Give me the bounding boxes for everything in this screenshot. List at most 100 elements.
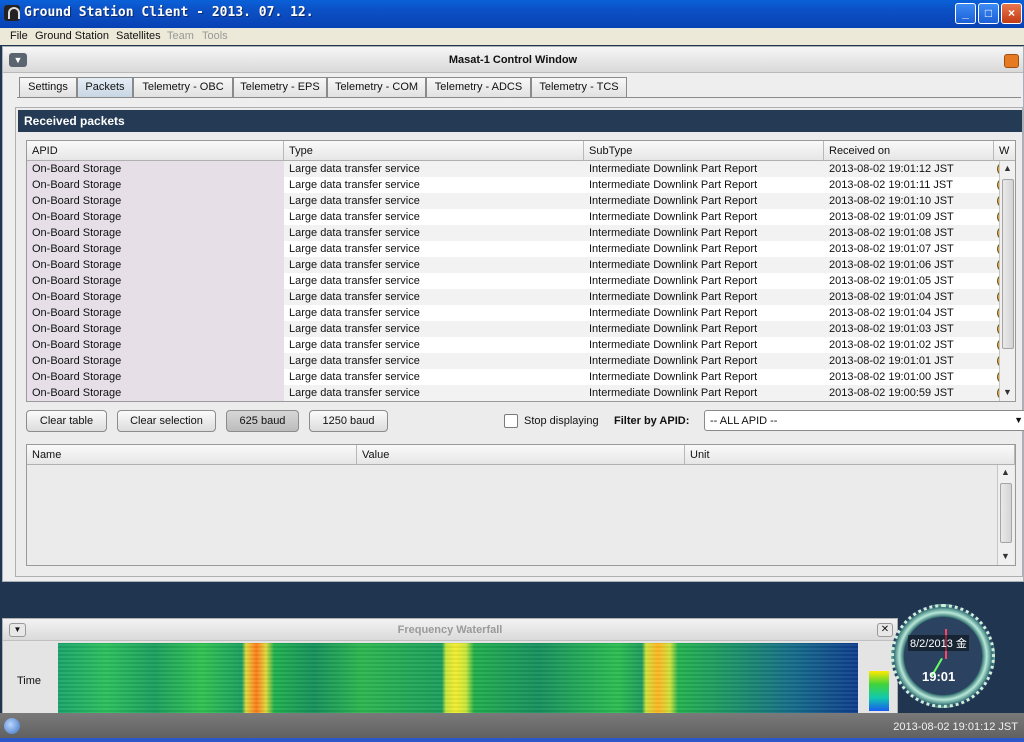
table-row[interactable]: On-Board Storage Large data transfer serv… [27,273,1011,289]
packets-panel: Received packets APID Type SubType Recei… [15,107,1024,577]
taskbar-edge [0,738,1024,742]
table-row[interactable]: On-Board Storage Large data transfer serv… [27,225,1011,241]
cell-received-on: 2013-08-02 19:01:07 JST [829,243,954,255]
scroll-thumb[interactable] [1002,179,1014,349]
column-w[interactable]: W [994,141,1015,161]
cell-apid: On-Board Storage [27,369,284,385]
menu-satellites[interactable]: Satellites [116,30,161,42]
cell-received-on: 2013-08-02 19:01:04 JST [829,291,954,303]
stop-displaying-label: Stop displaying [524,415,599,427]
cell-received-on: 2013-08-02 19:01:06 JST [829,259,954,271]
table-row[interactable]: On-Board Storage Large data transfer serv… [27,353,1011,369]
table-row[interactable]: On-Board Storage Large data transfer serv… [27,161,1011,177]
clear-selection-button[interactable]: Clear selection [117,410,216,432]
cell-apid: On-Board Storage [27,385,284,401]
close-icon[interactable]: ✕ [877,623,893,637]
tab-telemetry-adcs[interactable]: Telemetry - ADCS [426,77,531,97]
menu-tools[interactable]: Tools [202,30,228,42]
cell-subtype: Intermediate Downlink Part Report [589,259,758,271]
cell-type: Large data transfer service [289,163,420,175]
cell-received-on: 2013-08-02 19:00:59 JST [829,387,954,399]
cell-apid: On-Board Storage [27,353,284,369]
cell-subtype: Intermediate Downlink Part Report [589,387,758,399]
scroll-up-arrow-icon[interactable]: ▲ [1003,163,1012,173]
cell-type: Large data transfer service [289,339,420,351]
table-row[interactable]: On-Board Storage Large data transfer serv… [27,257,1011,273]
cell-apid: On-Board Storage [27,321,284,337]
cell-apid: On-Board Storage [27,273,284,289]
menu-ground-station[interactable]: Ground Station [35,30,109,42]
column-unit[interactable]: Unit [685,445,1015,465]
control-window-title: Masat-1 Control Window [448,54,578,66]
cell-received-on: 2013-08-02 19:01:09 JST [829,211,954,223]
apid-filter-select[interactable]: -- ALL APID -- ▼ [704,410,1024,431]
cell-apid: On-Board Storage [27,161,284,177]
cell-type: Large data transfer service [289,275,420,287]
table-row[interactable]: On-Board Storage Large data transfer serv… [27,241,1011,257]
column-type[interactable]: Type [284,141,584,161]
table-row[interactable]: On-Board Storage Large data transfer serv… [27,305,1011,321]
cell-subtype: Intermediate Downlink Part Report [589,243,758,255]
column-value[interactable]: Value [357,445,685,465]
tab-settings[interactable]: Settings [19,77,77,97]
table-row[interactable]: On-Board Storage Large data transfer serv… [27,193,1011,209]
stop-displaying-checkbox[interactable] [504,414,518,428]
menu-team[interactable]: Team [167,30,194,42]
cell-subtype: Intermediate Downlink Part Report [589,227,758,239]
scroll-down-arrow-icon[interactable]: ▼ [1003,387,1012,397]
tab-telemetry-tcs[interactable]: Telemetry - TCS [531,77,627,97]
control-window: ▼ Masat-1 Control Window Settings Packet… [2,46,1024,582]
scroll-thumb[interactable] [1000,483,1012,543]
table-row[interactable]: On-Board Storage Large data transfer serv… [27,337,1011,353]
control-window-title-bar: ▼ Masat-1 Control Window [3,47,1023,73]
cell-received-on: 2013-08-02 19:01:12 JST [829,163,954,175]
table-row[interactable]: On-Board Storage Large data transfer serv… [27,369,1011,385]
close-button[interactable]: × [1001,3,1022,24]
scroll-up-arrow-icon[interactable]: ▲ [1001,467,1010,477]
cell-apid: On-Board Storage [27,337,284,353]
baud-1250-button[interactable]: 1250 baud [309,410,388,432]
column-received-on[interactable]: Received on [824,141,994,161]
satellite-icon[interactable] [4,718,20,734]
cell-subtype: Intermediate Downlink Part Report [589,195,758,207]
cell-subtype: Intermediate Downlink Part Report [589,163,758,175]
maximize-button[interactable]: □ [978,3,999,24]
cell-type: Large data transfer service [289,259,420,271]
waterfall-time-label: Time [17,675,42,687]
scroll-down-arrow-icon[interactable]: ▼ [1001,551,1010,561]
tab-divider [17,97,1021,98]
tab-packets[interactable]: Packets [77,77,133,97]
baud-625-button[interactable]: 625 baud [226,410,299,432]
minimize-inner-button[interactable] [1004,54,1019,68]
cell-subtype: Intermediate Downlink Part Report [589,323,758,335]
value-table-header: Name Value Unit [27,445,1015,465]
menu-file[interactable]: File [10,30,28,42]
tab-telemetry-obc[interactable]: Telemetry - OBC [133,77,233,97]
table-row[interactable]: On-Board Storage Large data transfer serv… [27,289,1011,305]
waterfall-spectrogram [58,643,858,714]
cell-type: Large data transfer service [289,371,420,383]
column-subtype[interactable]: SubType [584,141,824,161]
packet-table-header: APID Type SubType Received on W [27,141,1015,161]
clear-table-button[interactable]: Clear table [26,410,107,432]
cell-subtype: Intermediate Downlink Part Report [589,339,758,351]
minimize-button[interactable]: _ [955,3,976,24]
column-name[interactable]: Name [27,445,357,465]
cell-apid: On-Board Storage [27,257,284,273]
tab-telemetry-eps[interactable]: Telemetry - EPS [233,77,327,97]
window-title: Ground Station Client - 2013. 07. 12. [24,5,314,20]
column-apid[interactable]: APID [27,141,284,161]
tab-telemetry-com[interactable]: Telemetry - COM [327,77,426,97]
cell-subtype: Intermediate Downlink Part Report [589,307,758,319]
cell-type: Large data transfer service [289,323,420,335]
cell-type: Large data transfer service [289,211,420,223]
packet-table-scrollbar[interactable]: ▲ ▼ [999,161,1015,401]
chevron-down-icon[interactable]: ▼ [1014,415,1023,425]
table-row[interactable]: On-Board Storage Large data transfer serv… [27,209,1011,225]
table-row[interactable]: On-Board Storage Large data transfer serv… [27,321,1011,337]
apid-filter-value: -- ALL APID -- [710,415,778,427]
table-row[interactable]: On-Board Storage Large data transfer serv… [27,385,1011,401]
table-row[interactable]: On-Board Storage Large data transfer serv… [27,177,1011,193]
value-table-scrollbar[interactable]: ▲ ▼ [997,465,1014,565]
cell-type: Large data transfer service [289,195,420,207]
